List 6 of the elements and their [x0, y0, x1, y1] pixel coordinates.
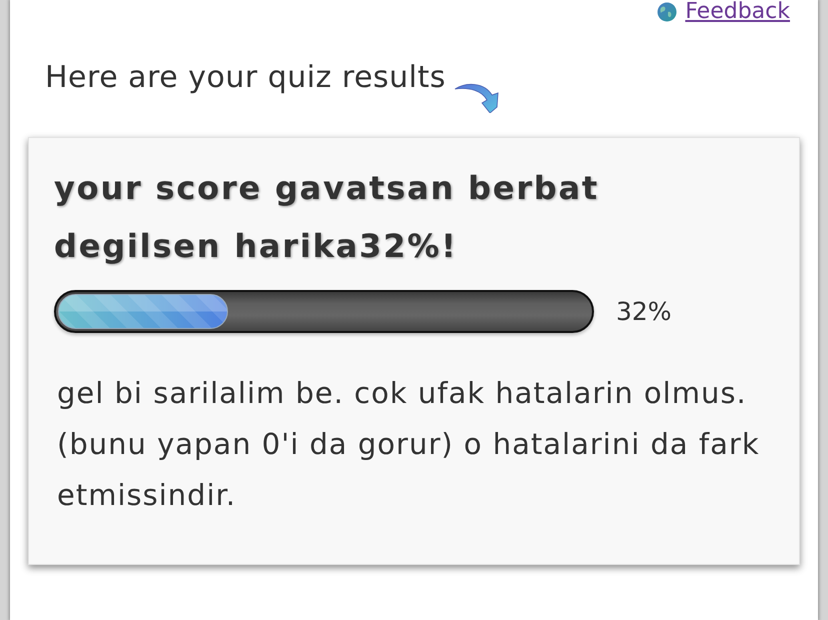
result-description: gel bi sarilalim be. cok ufak hatalarin olmus. (bunu yapan 0'i da gorur) o hatalarini da fark etmissindir.: [57, 375, 761, 514]
feedback-link[interactable]: Feedback: [657, 0, 790, 24]
globe-icon: [657, 2, 678, 22]
progress-percentage: 32%: [616, 297, 672, 326]
score-title: your score gavatsan berbat degilsen harika32%!: [54, 168, 600, 267]
intro-heading: Here are your quiz results: [45, 59, 446, 97]
